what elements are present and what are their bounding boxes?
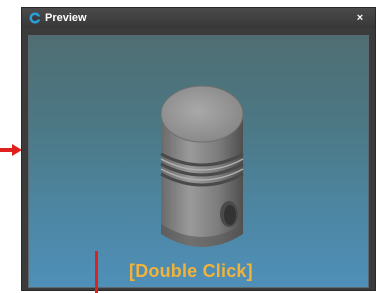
annotation-marker (95, 251, 98, 293)
title-bar[interactable]: Preview × (22, 8, 375, 28)
preview-window: Preview × [Double Click] (21, 7, 376, 291)
close-button[interactable]: × (353, 11, 367, 25)
double-click-hint: [Double Click] (129, 261, 253, 281)
app-logo-icon (29, 12, 41, 24)
preview-viewport[interactable]: [Double Click] (28, 35, 369, 288)
piston-model (160, 85, 244, 247)
screenshot-stage: Preview × [Double Click] (0, 0, 377, 293)
window-title: Preview (45, 12, 87, 24)
arrow-right-icon (0, 144, 22, 156)
